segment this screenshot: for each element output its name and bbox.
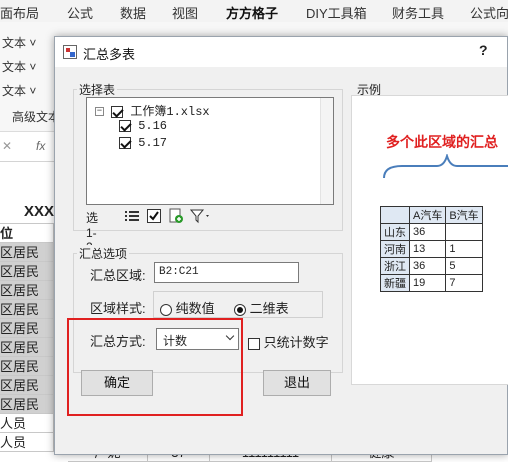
col-a-cell[interactable]: 区居民 [0, 300, 54, 319]
preview-cell [445, 223, 483, 241]
col-a-cell[interactable]: 人员 [0, 414, 54, 433]
tree-item[interactable]: 5.17 [119, 136, 167, 150]
col-a-cell[interactable]: 区居民 [0, 376, 54, 395]
preview-cell: B汽车 [445, 206, 483, 224]
sheet-title-cell[interactable]: XXX [0, 200, 54, 224]
ribbon-tab-data[interactable]: 数据 [120, 3, 146, 22]
preview-cell: 19 [408, 274, 447, 292]
sheet-tree[interactable]: − 工作簿1.xlsx 5.16 5.17 [86, 97, 334, 205]
only-numbers-checkbox[interactable] [248, 337, 260, 350]
ribbon-advanced-text[interactable]: 高级文本 [12, 108, 60, 125]
sheet-label-2: 5.17 [138, 136, 168, 150]
tree-item[interactable]: 5.16 [119, 119, 167, 133]
style-label: 区域样式: [90, 301, 146, 316]
preview-row: 新疆 19 7 [380, 274, 483, 292]
app-icon [63, 45, 77, 59]
list-icon[interactable] [124, 208, 140, 227]
preview-cell: 浙江 [380, 257, 410, 275]
brace-icon [383, 154, 508, 179]
style-option-values[interactable]: 纯数值 [160, 298, 215, 317]
only-numbers-label: 只统计数字 [263, 335, 329, 350]
dialog-title: 汇总多表 [83, 47, 136, 62]
col-a-cell[interactable]: 区居民 [0, 395, 54, 414]
options-group-label: 汇总选项 [77, 245, 130, 262]
root-checkbox[interactable] [111, 105, 124, 118]
ribbon-tab-diy[interactable]: DIY工具箱 [306, 3, 367, 22]
ribbon-tab-fangfang[interactable]: 方方格子 [226, 3, 279, 26]
preview-cell: 1 [445, 240, 483, 258]
radio-values[interactable] [160, 303, 172, 316]
ribbon-text-dropdown-1[interactable]: 文本 ˅ [2, 34, 36, 51]
ribbon-tab-view[interactable]: 视图 [172, 3, 198, 22]
preview-table: A汽车 B汽车 山东 36 河南 13 1 浙江 36 5 新疆 19 7 [380, 206, 483, 292]
preview-row: A汽车 B汽车 [380, 206, 483, 224]
style-radio-group: 纯数值 二维表 [153, 291, 323, 318]
ribbon-text-dropdown-2[interactable]: 文本 ˅ [2, 58, 36, 75]
range-label: 汇总区域: [90, 268, 146, 283]
sheet-checkbox-1[interactable] [119, 119, 131, 132]
ribbon-text-dropdown-3[interactable]: 文本 ˅ [2, 82, 36, 99]
preview-cell: 山东 [380, 223, 410, 241]
tree-scrollbar[interactable] [320, 98, 333, 204]
preview-row: 浙江 36 5 [380, 257, 483, 275]
highlight-box [67, 318, 243, 416]
col-a-cell[interactable]: 区居民 [0, 243, 54, 262]
col-a-cell[interactable]: 区居民 [0, 319, 54, 338]
check-all-icon[interactable] [146, 208, 162, 227]
ribbon-tabs: 面布局 公式 数据 视图 方方格子 DIY工具箱 财务工具 公式向 [0, 0, 508, 26]
preview-cell: 河南 [380, 240, 410, 258]
example-preview: 多个此区域的汇总 A汽车 B汽车 山东 36 河南 13 1 浙江 36 5 新疆 19 7 [351, 95, 508, 385]
root-label: 工作簿1.xlsx [130, 105, 210, 119]
ribbon-tab-layout[interactable]: 面布局 [0, 3, 39, 22]
preview-title: 多个此区域的汇总 [386, 134, 498, 150]
summary-dialog: 汇总多表 ? 选择表 − 工作簿1.xlsx 5.16 5.17 选1-2 [54, 36, 508, 455]
select-group-label: 选择表 [77, 81, 118, 98]
preview-cell: 5 [445, 257, 483, 275]
cancel-icon[interactable]: ✕ [2, 139, 12, 153]
preview-cell: 新疆 [380, 274, 410, 292]
exit-button[interactable]: 退出 [263, 370, 331, 396]
only-numbers-option[interactable]: 只统计数字 [248, 332, 329, 351]
preview-row: 山东 36 [380, 223, 483, 241]
fx-icon[interactable]: fx [36, 139, 45, 153]
preview-cell: 36 [408, 257, 447, 275]
filter-icon[interactable] [189, 208, 212, 227]
tree-root[interactable]: − 工作簿1.xlsx [95, 102, 210, 119]
sheet-label-1: 5.16 [138, 119, 168, 133]
radio-2d[interactable] [234, 303, 246, 316]
col-a-cell[interactable]: 区居民 [0, 281, 54, 300]
radio-2d-label: 二维表 [249, 301, 289, 316]
col-a-cell[interactable]: 区居民 [0, 262, 54, 281]
add-sheet-icon[interactable] [168, 208, 184, 227]
unit-cell[interactable]: 位 [0, 224, 54, 243]
range-input[interactable]: B2:C21 [154, 262, 299, 283]
col-a-cell[interactable]: 区居民 [0, 338, 54, 357]
preview-cell: 36 [408, 223, 447, 241]
collapse-icon[interactable]: − [95, 107, 104, 117]
preview-cell: A汽车 [408, 206, 447, 224]
help-button[interactable]: ? [479, 42, 488, 58]
preview-cell: 7 [445, 274, 483, 292]
dialog-titlebar: 汇总多表 ? [55, 37, 507, 67]
preview-cell: 13 [408, 240, 447, 258]
ribbon-tab-formula2[interactable]: 公式向 [470, 3, 508, 22]
preview-cell [380, 206, 410, 224]
sheet-checkbox-2[interactable] [119, 136, 131, 149]
style-option-2d[interactable]: 二维表 [234, 298, 289, 317]
col-a-cell[interactable]: 区居民 [0, 357, 54, 376]
radio-values-label: 纯数值 [175, 301, 215, 316]
preview-row: 河南 13 1 [380, 240, 483, 258]
ribbon-tab-formulas[interactable]: 公式 [67, 3, 93, 22]
col-a-cell[interactable]: 人员 [0, 433, 54, 452]
ribbon-tab-finance[interactable]: 财务工具 [392, 3, 444, 22]
